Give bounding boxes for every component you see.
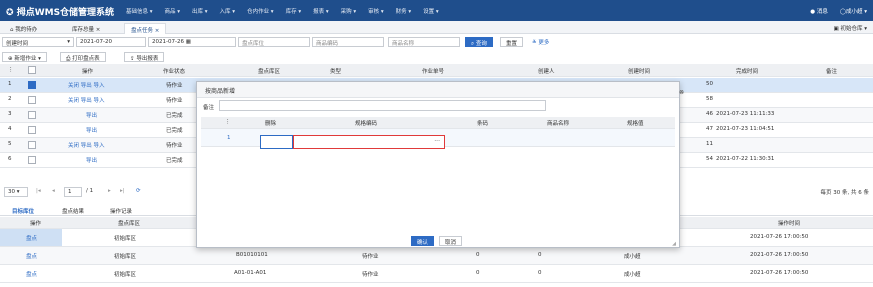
user-menu[interactable]: ◯成小超 ▾ bbox=[840, 7, 867, 15]
add-by-product-dialog: 按商品新增 ⊖ ✕ 备注 ⋮ 删除 规格编码 条码 商品名称 规格值 1 × ·… bbox=[196, 81, 684, 248]
menu-item-purchase[interactable]: 采购 ▾ bbox=[341, 7, 357, 15]
prev-page-icon[interactable]: ◂ bbox=[52, 188, 55, 194]
row-checkbox[interactable] bbox=[28, 81, 36, 89]
menu-item-reports[interactable]: 报表 ▾ bbox=[313, 7, 329, 15]
export-report-button[interactable]: ⇪ 导出报表 bbox=[124, 52, 165, 62]
plus-circle-icon: ⊕ bbox=[8, 56, 13, 62]
bell-icon: ● bbox=[810, 9, 816, 15]
print-sheet-button[interactable]: ⎙ 打印盘点表 bbox=[60, 52, 106, 62]
column-menu-icon[interactable]: ⋮ bbox=[8, 67, 14, 73]
row-checkbox[interactable] bbox=[28, 126, 36, 134]
menu-item-inventory[interactable]: 库存 ▾ bbox=[286, 7, 302, 15]
next-page-icon[interactable]: ▸ bbox=[108, 188, 111, 194]
location-filter[interactable]: 盘点库位 bbox=[238, 37, 310, 47]
menu-item-basic[interactable]: 基础信息 ▾ bbox=[126, 7, 153, 15]
table-row[interactable]: 盘点 初始库区 A01-01-A01 待作业 0 0 成小超 2021-07-2… bbox=[0, 265, 873, 283]
more-filters-button[interactable]: ≚ 更多 bbox=[527, 37, 555, 47]
action-toolbar: ⊕ 新增作业 ▾ ⎙ 打印盘点表 ⇪ 导出报表 bbox=[0, 51, 873, 63]
top-right-area: ● 消息 ◯成小超 ▾ bbox=[810, 7, 867, 15]
warehouse-selector[interactable]: ▣ 初始仓库 ▾ bbox=[834, 24, 867, 32]
product-name-filter[interactable]: 商品名称 bbox=[388, 37, 460, 47]
time-type-select[interactable]: 创建时间 ▾ bbox=[2, 37, 74, 47]
date-to-field[interactable]: 2021-07-26 ▦ bbox=[148, 37, 236, 47]
col-header-type: 类型 bbox=[330, 69, 342, 75]
tab-stocktake-task[interactable]: 盘点任务 × bbox=[124, 23, 167, 34]
row-checkbox[interactable] bbox=[28, 141, 36, 149]
col-header-status: 作业状态 bbox=[163, 69, 186, 75]
app-title: ✪ 拇点WMS仓储管理系统 bbox=[6, 5, 114, 18]
spec-code-input[interactable]: ··· bbox=[260, 135, 445, 149]
page-size-select[interactable]: 30 ▾ bbox=[4, 187, 28, 197]
col-header-remark: 备注 bbox=[826, 69, 838, 75]
new-task-button[interactable]: ⊕ 新增作业 ▾ bbox=[2, 52, 47, 62]
chevron-double-down-icon: ≚ bbox=[532, 40, 537, 46]
menu-item-warehouse-ops[interactable]: 仓内作业 ▾ bbox=[247, 7, 274, 15]
row-checkbox[interactable] bbox=[28, 96, 36, 104]
col-header-ops: 操作 bbox=[82, 69, 94, 75]
chevron-down-icon: ▾ bbox=[67, 39, 70, 45]
tab-my-todo[interactable]: ⌂ 我的待办 bbox=[4, 23, 43, 34]
search-button[interactable]: ⌕ 查询 bbox=[465, 37, 493, 47]
col-header-order-no: 作业单号 bbox=[422, 69, 445, 75]
tab-inventory-total[interactable]: 库存总量 × bbox=[66, 23, 106, 34]
close-icon[interactable]: ✕ bbox=[679, 89, 684, 96]
page-tab-bar: ⌂ 我的待办 库存总量 × 盘点任务 × ▣ 初始仓库 ▾ bbox=[0, 21, 873, 34]
dialog-titlebar: 按商品新增 ⊖ ✕ bbox=[197, 82, 684, 98]
pager-summary: 每页 30 条, 共 6 条 bbox=[820, 190, 870, 196]
tab-stocktake-result[interactable]: 盘点结果 bbox=[62, 207, 84, 215]
menu-item-inbound[interactable]: 入库 ▾ bbox=[220, 7, 236, 15]
lookup-ellipsis-icon[interactable]: ··· bbox=[434, 138, 440, 145]
column-menu-icon[interactable]: ⋮ bbox=[225, 119, 231, 125]
col-header-area: 盘点库区 bbox=[258, 69, 281, 75]
brand-title: 拇点WMS仓储管理系统 bbox=[16, 8, 115, 18]
remark-input[interactable] bbox=[219, 100, 546, 111]
grid-header: ⋮ 操作 作业状态 盘点库区 类型 作业单号 创建人 创建时间 完成时间 备注 bbox=[0, 64, 873, 77]
refresh-icon[interactable]: ⟳ bbox=[136, 188, 141, 194]
row-checkbox[interactable] bbox=[28, 111, 36, 119]
upload-icon: ⇪ bbox=[130, 56, 135, 62]
menu-item-outbound[interactable]: 出库 ▾ bbox=[192, 7, 208, 15]
warehouse-icon: ▣ bbox=[833, 26, 839, 32]
menu-item-settings[interactable]: 设置 ▾ bbox=[423, 7, 439, 15]
home-icon: ⌂ bbox=[10, 27, 14, 33]
col-header-done: 完成时间 bbox=[736, 69, 759, 75]
menu-item-product[interactable]: 商品 ▾ bbox=[165, 7, 181, 15]
select-all-checkbox[interactable] bbox=[28, 66, 36, 74]
tab-target-locations[interactable]: 目标库位 bbox=[12, 207, 34, 215]
cancel-button[interactable]: 取消 bbox=[439, 236, 463, 246]
confirm-button[interactable]: 确认 bbox=[411, 236, 435, 246]
main-menu: 基础信息 ▾ 商品 ▾ 出库 ▾ 入库 ▾ 仓内作业 ▾ 库存 ▾ 报表 ▾ 采… bbox=[126, 7, 439, 15]
search-icon: ⌕ bbox=[471, 41, 475, 47]
entry-grid-header: ⋮ 删除 规格编码 条码 商品名称 规格值 bbox=[201, 117, 675, 129]
messages-link[interactable]: ● 消息 bbox=[810, 7, 828, 15]
tab-operation-log[interactable]: 操作记录 bbox=[110, 207, 132, 215]
table-row[interactable]: 盘点 初始库区 B01010101 待作业 0 0 成小超 2021-07-26… bbox=[0, 247, 873, 265]
col-header-created: 创建时间 bbox=[628, 69, 651, 75]
remark-label: 备注 bbox=[203, 105, 215, 111]
menu-item-finance[interactable]: 财务 ▾ bbox=[396, 7, 412, 15]
page-total: / 1 bbox=[86, 188, 94, 194]
col-header-creator: 创建人 bbox=[538, 69, 555, 75]
product-code-filter[interactable]: 商品编码 bbox=[312, 37, 384, 47]
printer-icon: ⎙ bbox=[66, 56, 71, 62]
logo-icon: ✪ bbox=[6, 8, 14, 18]
page-number-input[interactable]: 1 bbox=[64, 187, 82, 197]
date-from-field[interactable]: 2021-07-20 bbox=[76, 37, 146, 47]
top-navbar: ✪ 拇点WMS仓储管理系统 基础信息 ▾ 商品 ▾ 出库 ▾ 入库 ▾ 仓内作业… bbox=[0, 0, 873, 21]
dialog-footer: 确认 取消 ◢ bbox=[197, 234, 679, 248]
menu-item-audit[interactable]: 审核 ▾ bbox=[368, 7, 384, 15]
filter-bar: 创建时间 ▾ 2021-07-20 2021-07-26 ▦ 盘点库位 商品编码… bbox=[0, 36, 873, 50]
calendar-icon: ▦ bbox=[185, 39, 191, 45]
reset-button[interactable]: 重置 bbox=[500, 37, 524, 47]
resize-handle-icon[interactable]: ◢ bbox=[672, 241, 676, 247]
spec-code-editor-left[interactable] bbox=[260, 135, 293, 149]
dialog-title: 按商品新增 bbox=[205, 88, 236, 95]
first-page-icon[interactable]: |◂ bbox=[36, 188, 41, 194]
last-page-icon[interactable]: ▸| bbox=[120, 188, 125, 194]
row-checkbox[interactable] bbox=[28, 156, 36, 164]
